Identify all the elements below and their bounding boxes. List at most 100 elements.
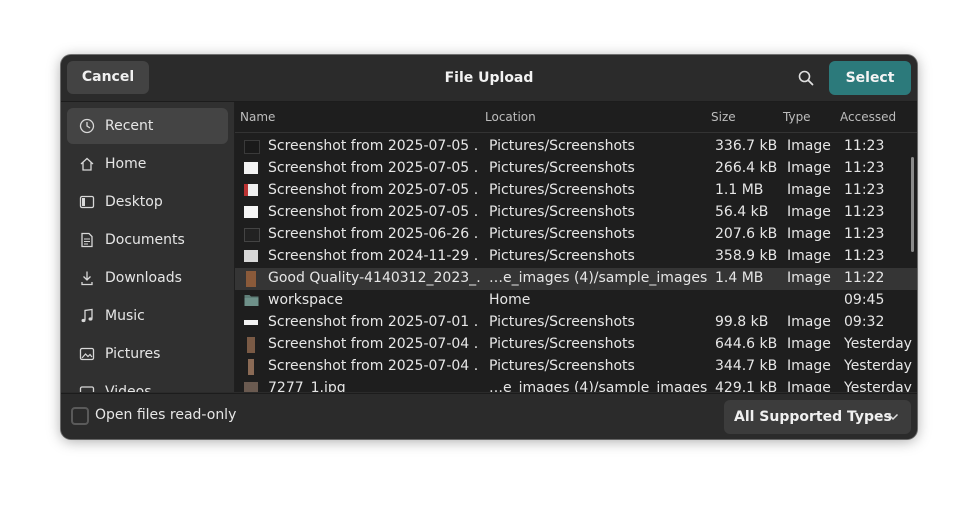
file-name: Screenshot from 2025-07-05 … [268,204,478,220]
table-row[interactable]: workspace Home 09:45 [235,290,917,312]
file-size: 1.1 MB [715,182,764,198]
image-thumbnail-icon [244,162,258,174]
sidebar-item-recent[interactable]: Recent [67,108,228,144]
file-type: Image [787,380,831,392]
select-button[interactable]: Select [829,61,911,95]
cancel-button[interactable]: Cancel [67,61,149,94]
home-icon [80,157,94,171]
file-name: Screenshot from 2024-11-29 … [268,248,478,264]
column-header-location[interactable]: Location [485,110,536,124]
file-accessed: 11:22 [844,270,885,286]
video-icon [79,386,95,392]
file-location: Pictures/Screenshots [489,336,635,352]
file-size: 336.7 kB [715,138,778,154]
sidebar-item-home[interactable]: Home [67,146,228,182]
file-type: Image [787,138,831,154]
sidebar-item-documents[interactable]: Documents [67,222,228,258]
image-thumbnail-icon [244,184,258,196]
file-location: Pictures/Screenshots [489,182,635,198]
sidebar-item-label: Desktop [105,194,163,210]
file-type-filter-dropdown[interactable]: All Supported Types [724,400,911,434]
footer-bar: Open files read-only All Supported Types [61,393,917,439]
sidebar-item-videos[interactable]: Videos [67,374,228,392]
table-row-selected[interactable]: Good Quality-4140312_2023_… …e_images (4… [235,268,917,290]
file-accessed: 09:32 [844,314,885,330]
file-size: 344.7 kB [715,358,778,374]
column-header-accessed[interactable]: Accessed [840,110,896,124]
file-size: 56.4 kB [715,204,769,220]
file-accessed: 11:23 [844,226,885,242]
table-row[interactable]: Screenshot from 2025-07-01 … Pictures/Sc… [235,312,917,334]
file-location: Pictures/Screenshots [489,138,635,154]
file-location: Pictures/Screenshots [489,248,635,264]
file-location: Pictures/Screenshots [489,226,635,242]
file-accessed: Yesterday [844,358,912,374]
file-type: Image [787,314,831,330]
table-row[interactable]: Screenshot from 2025-07-05 … Pictures/Sc… [235,180,917,202]
file-size: 429.1 kB [715,380,778,392]
image-thumbnail-icon [247,337,255,353]
sidebar-item-label: Music [105,308,145,324]
file-accessed: 11:23 [844,182,885,198]
sidebar-item-label: Recent [105,118,154,134]
clock-icon [79,118,95,134]
table-row[interactable]: Screenshot from 2025-07-05 … Pictures/Sc… [235,202,917,224]
file-type: Image [787,182,831,198]
file-name: Good Quality-4140312_2023_… [268,270,480,286]
column-header-size[interactable]: Size [711,110,736,124]
download-icon [81,271,93,286]
table-row[interactable]: 7277_1.jpg …e_images (4)/sample_images 4… [235,378,917,392]
table-row[interactable]: Screenshot from 2025-06-26 … Pictures/Sc… [235,224,917,246]
file-location: Pictures/Screenshots [489,160,635,176]
sidebar-item-label: Documents [105,232,185,248]
column-header-name[interactable]: Name [240,110,275,124]
readonly-checkbox-label[interactable]: Open files read-only [95,407,236,423]
file-location: …e_images (4)/sample_images [489,270,707,286]
file-name: Screenshot from 2025-07-05 … [268,138,478,154]
file-upload-dialog: Cancel File Upload Select Recent Home De… [61,55,917,439]
file-location: …e_images (4)/sample_images [489,380,707,392]
file-location: Home [489,292,531,308]
readonly-checkbox[interactable] [71,407,89,425]
sidebar-item-downloads[interactable]: Downloads [67,260,228,296]
file-size: 358.9 kB [715,248,778,264]
search-button[interactable] [791,63,821,93]
column-header-type[interactable]: Type [783,110,811,124]
dialog-title: File Upload [444,70,534,86]
header-bar: Cancel File Upload Select [61,55,917,102]
file-type: Image [787,336,831,352]
table-row[interactable]: Screenshot from 2024-11-29 … Pictures/Sc… [235,246,917,268]
file-location: Pictures/Screenshots [489,314,635,330]
file-name: 7277_1.jpg [268,380,346,392]
vertical-scrollbar[interactable] [911,157,914,252]
search-icon [798,70,814,86]
file-accessed: 09:45 [844,292,885,308]
file-name: Screenshot from 2025-07-04 … [268,358,478,374]
file-accessed: Yesterday [844,336,912,352]
image-thumbnail-icon [244,140,260,154]
folder-icon [244,295,259,306]
file-name: Screenshot from 2025-07-05 … [268,182,478,198]
file-size: 99.8 kB [715,314,769,330]
desktop-icon [79,195,95,209]
sidebar-item-label: Home [105,156,147,172]
table-row[interactable]: Screenshot from 2025-07-05 … Pictures/Sc… [235,136,917,158]
file-name: Screenshot from 2025-07-04 … [268,336,478,352]
sidebar-item-label: Pictures [105,346,161,362]
column-header-row: Name Location Size Type Accessed [235,102,917,133]
table-row[interactable]: Screenshot from 2025-07-04 … Pictures/Sc… [235,334,917,356]
sidebar-item-pictures[interactable]: Pictures [67,336,228,372]
sidebar-item-music[interactable]: Music [67,298,228,334]
file-type: Image [787,226,831,242]
file-list[interactable]: Name Location Size Type Accessed Screens… [235,102,917,392]
music-icon [81,308,93,323]
sidebar-item-label: Downloads [105,270,182,286]
sidebar-item-desktop[interactable]: Desktop [67,184,228,220]
file-accessed: 11:23 [844,138,885,154]
chevron-down-icon [887,413,899,421]
table-row[interactable]: Screenshot from 2025-07-05 … Pictures/Sc… [235,158,917,180]
file-type: Image [787,248,831,264]
file-name: Screenshot from 2025-07-01 … [268,314,478,330]
table-row[interactable]: Screenshot from 2025-07-04 … Pictures/Sc… [235,356,917,378]
file-location: Pictures/Screenshots [489,358,635,374]
